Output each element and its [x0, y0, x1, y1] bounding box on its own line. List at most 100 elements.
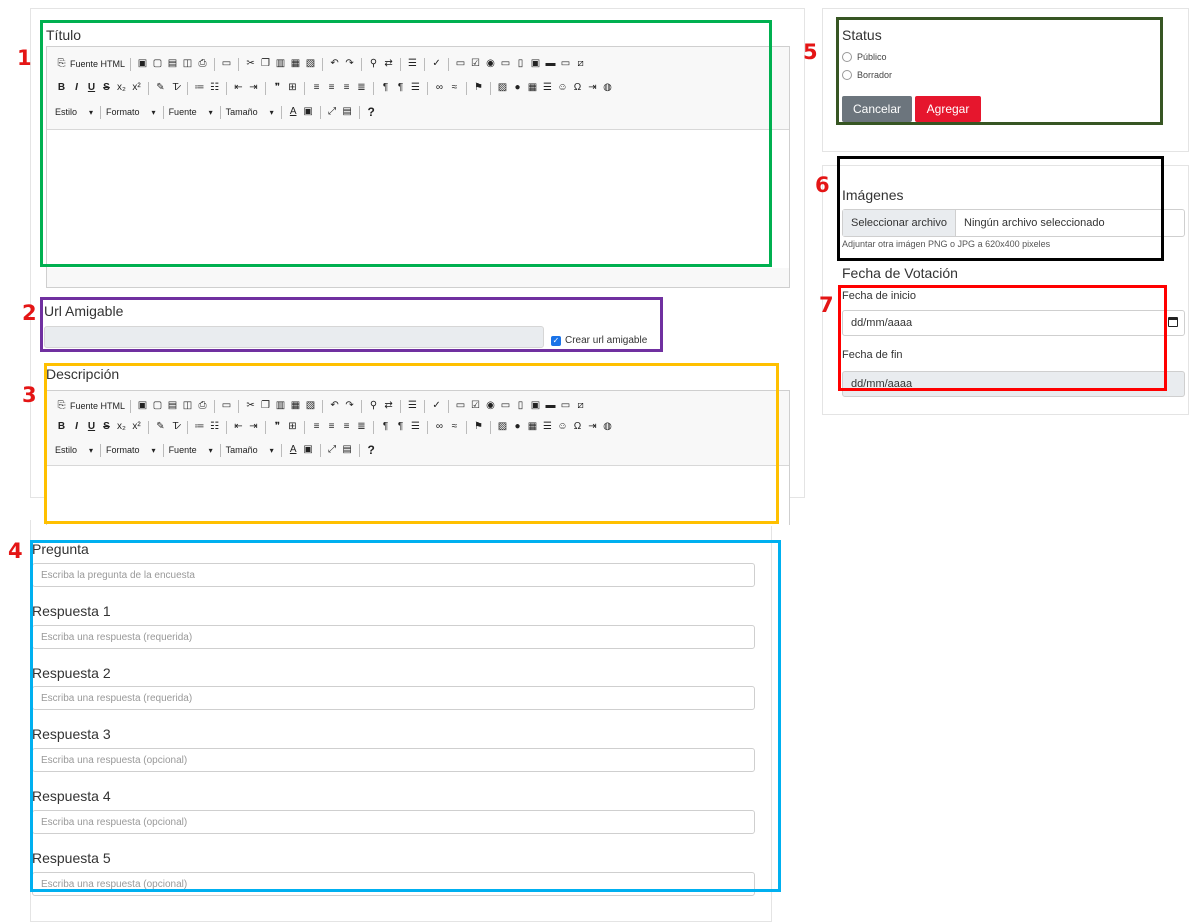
align-left-icon[interactable]: ≡ [310, 82, 323, 94]
answer-input-5[interactable]: Escriba una respuesta (opcional) [32, 872, 755, 896]
numbered-list-icon[interactable]: ≔ [193, 421, 206, 433]
text-color-icon[interactable]: A [287, 444, 300, 456]
templates-icon[interactable]: ▭ [220, 400, 233, 412]
template-icon[interactable]: ▤ [166, 400, 179, 412]
align-center-icon[interactable]: ≡ [325, 421, 338, 433]
special-char-icon[interactable]: Ω [571, 82, 584, 94]
radio-icon[interactable]: ◉ [484, 400, 497, 412]
status-radio-publico[interactable]: Público [842, 52, 887, 62]
save-icon[interactable]: ▣ [136, 58, 149, 70]
link-icon[interactable]: ∞ [433, 421, 446, 433]
hiddenfield-icon[interactable]: ⧄ [574, 400, 587, 412]
paste-icon[interactable]: ▥ [274, 58, 287, 70]
size-dropdown[interactable]: Tamaño ▾ [226, 107, 274, 117]
template-icon[interactable]: ▤ [166, 58, 179, 70]
remove-format-icon[interactable]: T̷ [169, 421, 182, 433]
paste-text-icon[interactable]: ▦ [289, 400, 302, 412]
cut-icon[interactable]: ✂ [244, 58, 257, 70]
underline-icon[interactable]: U [85, 82, 98, 94]
iframe-icon[interactable]: ◍ [601, 421, 614, 433]
button-icon[interactable]: ▬ [544, 58, 557, 70]
font-dropdown[interactable]: Fuente ▾ [169, 107, 213, 117]
image-icon[interactable]: ▨ [496, 82, 509, 94]
cancel-button[interactable]: Cancelar [842, 96, 912, 122]
maximize-icon[interactable]: ⤢ [326, 444, 339, 456]
url-input[interactable] [44, 326, 544, 348]
print-icon[interactable]: ⎙ [196, 58, 209, 70]
end-date-input[interactable]: dd/mm/aaaa [842, 371, 1185, 397]
question-input[interactable]: Escriba la pregunta de la encuesta [32, 563, 755, 587]
anchor-icon[interactable]: ⚑ [472, 421, 485, 433]
radio-icon[interactable]: ◉ [484, 58, 497, 70]
select-icon[interactable]: ▣ [529, 400, 542, 412]
undo-icon[interactable]: ↶ [328, 58, 341, 70]
rtl-icon[interactable]: ¶ [394, 82, 407, 94]
link-icon[interactable]: ∞ [433, 82, 446, 94]
replace-icon[interactable]: ⇄ [382, 400, 395, 412]
align-right-icon[interactable]: ≡ [340, 421, 353, 433]
strike-icon[interactable]: S [100, 421, 113, 433]
bulleted-list-icon[interactable]: ☷ [208, 421, 221, 433]
form-icon[interactable]: ▭ [454, 58, 467, 70]
justify-icon[interactable]: ≣ [355, 82, 368, 94]
indent-icon[interactable]: ⇥ [247, 421, 260, 433]
paste-text-icon[interactable]: ▦ [289, 58, 302, 70]
spellcheck-icon[interactable]: ✓ [430, 58, 443, 70]
spellcheck-icon[interactable]: ✓ [430, 400, 443, 412]
iframe-icon[interactable]: ◍ [601, 82, 614, 94]
calendar-icon[interactable] [1168, 317, 1178, 327]
smiley-icon[interactable]: ☺ [556, 82, 569, 94]
bg-color-icon[interactable]: ▣ [302, 106, 315, 118]
status-radio-borrador[interactable]: Borrador [842, 70, 892, 80]
table-icon[interactable]: ▦ [526, 82, 539, 94]
superscript-icon[interactable]: x² [130, 82, 143, 94]
subscript-icon[interactable]: x₂ [115, 421, 128, 433]
blockquote-icon[interactable]: ❞ [271, 82, 284, 94]
answer-input-4[interactable]: Escriba una respuesta (opcional) [32, 810, 755, 834]
source-icon[interactable]: ⎘ [55, 400, 68, 412]
copy-icon[interactable]: ❐ [259, 58, 272, 70]
textfield-icon[interactable]: ▭ [499, 400, 512, 412]
format-dropdown[interactable]: Formato ▾ [106, 107, 156, 117]
format-dropdown[interactable]: Formato ▾ [106, 445, 156, 455]
italic-icon[interactable]: I [70, 421, 83, 433]
image-icon[interactable]: ▨ [496, 421, 509, 433]
pagebreak-icon[interactable]: ⇥ [586, 421, 599, 433]
style-dropdown[interactable]: Estilo ▾ [55, 107, 93, 117]
checkbox-icon[interactable]: ☑ [469, 400, 482, 412]
form-icon[interactable]: ▭ [454, 400, 467, 412]
indent-icon[interactable]: ⇥ [247, 82, 260, 94]
replace-icon[interactable]: ⇄ [382, 58, 395, 70]
maximize-icon[interactable]: ⤢ [326, 106, 339, 118]
bold-icon[interactable]: B [55, 82, 68, 94]
align-right-icon[interactable]: ≡ [340, 82, 353, 94]
div-icon[interactable]: ⊞ [286, 421, 299, 433]
copy-icon[interactable]: ❐ [259, 400, 272, 412]
show-blocks-icon[interactable]: ▤ [341, 444, 354, 456]
paste-word-icon[interactable]: ▧ [304, 58, 317, 70]
rtl-icon[interactable]: ¶ [394, 421, 407, 433]
find-icon[interactable]: ⚲ [367, 400, 380, 412]
select-icon[interactable]: ▣ [529, 58, 542, 70]
select-all-icon[interactable]: ☰ [406, 58, 419, 70]
templates-icon[interactable]: ▭ [220, 58, 233, 70]
create-url-checkbox[interactable]: ✓ [551, 336, 561, 346]
outdent-icon[interactable]: ⇤ [232, 82, 245, 94]
answer-input-1[interactable]: Escriba una respuesta (requerida) [32, 625, 755, 649]
hr-icon[interactable]: ☰ [541, 421, 554, 433]
print-icon[interactable]: ⎙ [196, 400, 209, 412]
pagebreak-icon[interactable]: ⇥ [586, 82, 599, 94]
flash-icon[interactable]: ● [511, 421, 524, 433]
imagebutton-icon[interactable]: ▭ [559, 400, 572, 412]
hr-icon[interactable]: ☰ [541, 82, 554, 94]
copy-format-icon[interactable]: ✎ [154, 82, 167, 94]
bold-icon[interactable]: B [55, 421, 68, 433]
new-page-icon[interactable]: ▢ [151, 400, 164, 412]
add-button[interactable]: Agregar [915, 96, 981, 122]
redo-icon[interactable]: ↷ [343, 58, 356, 70]
blockquote-icon[interactable]: ❞ [271, 421, 284, 433]
undo-icon[interactable]: ↶ [328, 400, 341, 412]
preview-icon[interactable]: ◫ [181, 58, 194, 70]
language-icon[interactable]: ☰ [409, 82, 422, 94]
paste-icon[interactable]: ▥ [274, 400, 287, 412]
